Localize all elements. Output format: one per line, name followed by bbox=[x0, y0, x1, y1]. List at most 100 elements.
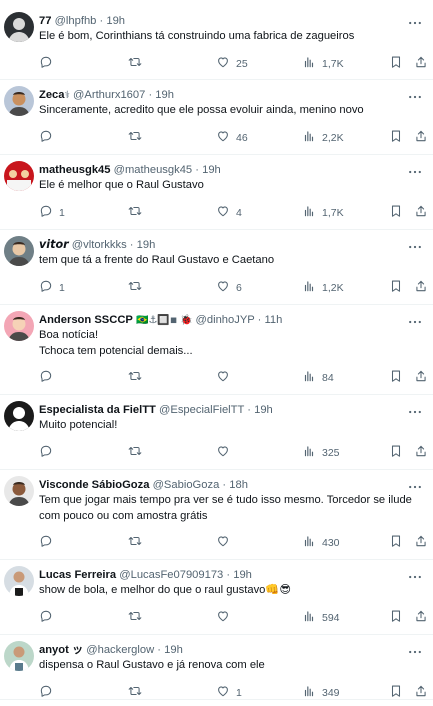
timestamp[interactable]: 19h bbox=[254, 404, 273, 416]
timestamp[interactable]: 19h bbox=[233, 569, 252, 581]
display-name[interactable]: matheusgk45 bbox=[39, 164, 111, 176]
retweet-button[interactable] bbox=[128, 445, 142, 461]
reply-tweet[interactable]: Lucas Ferreira @LucasFe07909173 · 19h sho… bbox=[0, 566, 433, 635]
user-handle[interactable]: @EspecialFielTT bbox=[159, 404, 244, 416]
more-dots-icon[interactable] bbox=[407, 238, 423, 249]
bookmark-button[interactable] bbox=[389, 205, 403, 221]
bookmark-button[interactable] bbox=[389, 610, 403, 626]
user-handle[interactable]: @Arthurx1607 bbox=[73, 89, 145, 101]
bookmark-button[interactable] bbox=[389, 280, 403, 296]
like-button[interactable]: 25 bbox=[216, 56, 248, 72]
retweet-button[interactable] bbox=[128, 56, 142, 72]
user-handle[interactable]: @lhpfhb bbox=[55, 15, 97, 27]
share-button[interactable] bbox=[414, 370, 428, 386]
more-dots-icon[interactable] bbox=[407, 14, 423, 25]
share-button[interactable] bbox=[414, 205, 428, 221]
display-name[interactable]: Zeca bbox=[39, 89, 65, 101]
reply-button[interactable] bbox=[39, 535, 53, 551]
views-button[interactable]: 1,7K bbox=[302, 205, 344, 221]
user-handle[interactable]: @LucasFe07909173 bbox=[119, 569, 223, 581]
more-dots-icon[interactable] bbox=[407, 478, 423, 489]
share-button[interactable] bbox=[414, 56, 428, 72]
reply-tweet[interactable]: Anderson SSCCP 🇧🇷⚓🔲◾ 🐞 @dinhoJYP · 11h Bo… bbox=[0, 311, 433, 395]
share-button[interactable] bbox=[414, 610, 428, 626]
bookmark-button[interactable] bbox=[389, 370, 403, 386]
retweet-button[interactable] bbox=[128, 370, 142, 386]
display-name[interactable]: Especialista da FielTT bbox=[39, 404, 156, 416]
display-name[interactable]: 𝙫𝙞𝙩𝙤𝙧 bbox=[39, 239, 69, 251]
reply-button[interactable]: 1 bbox=[39, 205, 65, 221]
display-name[interactable]: Anderson SSCCP bbox=[39, 314, 133, 326]
reply-button[interactable] bbox=[39, 685, 53, 701]
like-button[interactable]: 6 bbox=[216, 280, 242, 296]
timestamp[interactable]: 19h bbox=[137, 239, 156, 251]
reply-tweet[interactable]: 77 @lhpfhb · 19h Ele é bom, Corinthians t… bbox=[0, 12, 433, 80]
views-button[interactable]: 1,2K bbox=[302, 280, 344, 296]
views-button[interactable]: 349 bbox=[302, 685, 340, 701]
retweet-button[interactable] bbox=[128, 130, 142, 146]
reply-tweet[interactable]: 𝙫𝙞𝙩𝙤𝙧 @vltorkkks · 19h tem que tá a frent… bbox=[0, 236, 433, 305]
share-button[interactable] bbox=[414, 535, 428, 551]
views-button[interactable]: 84 bbox=[302, 370, 334, 386]
reply-tweet[interactable]: Especialista da FielTT @EspecialFielTT ·… bbox=[0, 401, 433, 470]
more-dots-icon[interactable] bbox=[407, 88, 423, 99]
share-button[interactable] bbox=[414, 685, 428, 701]
retweet-button[interactable] bbox=[128, 610, 142, 626]
bookmark-button[interactable] bbox=[389, 535, 403, 551]
display-name[interactable]: anyot ッ bbox=[39, 644, 83, 656]
more-dots-icon[interactable] bbox=[407, 568, 423, 579]
timestamp[interactable]: 19h bbox=[106, 15, 125, 27]
share-button[interactable] bbox=[414, 445, 428, 461]
views-button[interactable]: 325 bbox=[302, 445, 340, 461]
views-button[interactable]: 2,2K bbox=[302, 130, 344, 146]
like-button[interactable] bbox=[216, 610, 230, 626]
retweet-button[interactable] bbox=[128, 535, 142, 551]
views-button[interactable]: 1,7K bbox=[302, 56, 344, 72]
avatar[interactable] bbox=[4, 401, 34, 431]
reply-tweet[interactable]: matheusgk45 @matheusgk45 · 19h Ele é melh… bbox=[0, 161, 433, 230]
reply-tweet[interactable]: Zeca⚕ @Arthurx1607 · 19h Sinceramente, ac… bbox=[0, 86, 433, 155]
display-name[interactable]: Visconde SábioGoza bbox=[39, 479, 149, 491]
avatar[interactable] bbox=[4, 86, 34, 116]
bookmark-button[interactable] bbox=[389, 56, 403, 72]
retweet-button[interactable] bbox=[128, 280, 142, 296]
reply-tweet[interactable]: Visconde SábioGoza @SabioGoza · 18h Tem q… bbox=[0, 476, 433, 560]
like-button[interactable]: 46 bbox=[216, 130, 248, 146]
user-handle[interactable]: @matheusgk45 bbox=[114, 164, 193, 176]
user-handle[interactable]: @dinhoJYP bbox=[196, 314, 255, 326]
retweet-button[interactable] bbox=[128, 205, 142, 221]
user-handle[interactable]: @SabioGoza bbox=[153, 479, 220, 491]
user-handle[interactable]: @hackerglow bbox=[86, 644, 154, 656]
avatar[interactable] bbox=[4, 12, 34, 42]
like-button[interactable] bbox=[216, 535, 230, 551]
retweet-button[interactable] bbox=[128, 685, 142, 701]
more-dots-icon[interactable] bbox=[407, 403, 423, 414]
avatar[interactable] bbox=[4, 641, 34, 671]
reply-button[interactable]: 1 bbox=[39, 280, 65, 296]
timestamp[interactable]: 19h bbox=[155, 89, 174, 101]
avatar[interactable] bbox=[4, 236, 34, 266]
views-button[interactable]: 430 bbox=[302, 535, 340, 551]
like-button[interactable]: 1 bbox=[216, 685, 242, 701]
avatar[interactable] bbox=[4, 566, 34, 596]
reply-button[interactable] bbox=[39, 130, 53, 146]
reply-button[interactable] bbox=[39, 610, 53, 626]
avatar[interactable] bbox=[4, 476, 34, 506]
views-button[interactable]: 594 bbox=[302, 610, 340, 626]
like-button[interactable]: 4 bbox=[216, 205, 242, 221]
bookmark-button[interactable] bbox=[389, 130, 403, 146]
reply-button[interactable] bbox=[39, 370, 53, 386]
timestamp[interactable]: 11h bbox=[265, 314, 283, 326]
timestamp[interactable]: 19h bbox=[164, 644, 183, 656]
reply-tweet[interactable]: anyot ッ @hackerglow · 19h dispensa o Raul… bbox=[0, 641, 433, 700]
timestamp[interactable]: 19h bbox=[202, 164, 221, 176]
bookmark-button[interactable] bbox=[389, 685, 403, 701]
share-button[interactable] bbox=[414, 280, 428, 296]
share-button[interactable] bbox=[414, 130, 428, 146]
like-button[interactable] bbox=[216, 445, 230, 461]
bookmark-button[interactable] bbox=[389, 445, 403, 461]
display-name[interactable]: 77 bbox=[39, 15, 51, 27]
like-button[interactable] bbox=[216, 370, 230, 386]
reply-button[interactable] bbox=[39, 445, 53, 461]
display-name[interactable]: Lucas Ferreira bbox=[39, 569, 116, 581]
